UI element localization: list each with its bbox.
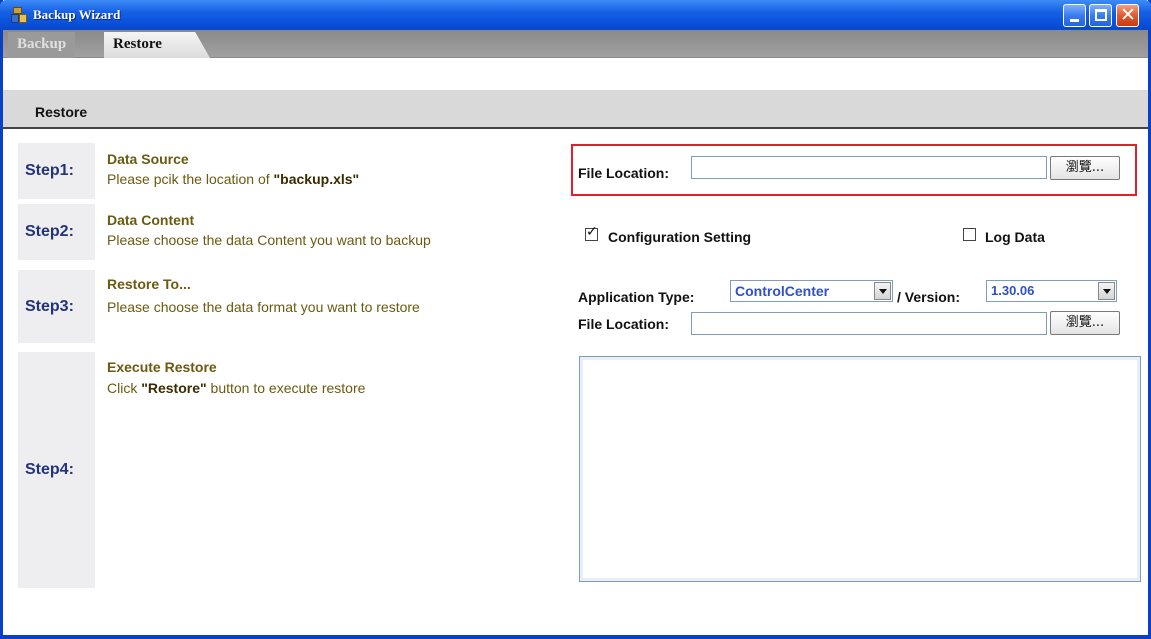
step1-label: Step1: (18, 143, 95, 199)
title-bar[interactable]: Backup Wizard ✕ (0, 0, 1151, 30)
tab-restore[interactable]: Restore (104, 32, 210, 58)
step3-description: Please choose the data format you want t… (107, 299, 420, 315)
log-data-checkbox[interactable] (963, 228, 976, 241)
close-button[interactable]: ✕ (1116, 4, 1139, 27)
log-data-label: Log Data (985, 229, 1045, 245)
tab-backup[interactable]: Backup (8, 32, 76, 58)
step2-description: Please choose the data Content you want … (107, 232, 431, 248)
subheader: Restore (3, 58, 1148, 129)
tab-bar: Backup Restore (3, 30, 1148, 58)
window-title: Backup Wizard (33, 7, 121, 22)
app-icon (11, 7, 28, 24)
application-type-value: ControlCenter (735, 283, 830, 299)
application-type-select[interactable]: ControlCenter (730, 280, 893, 302)
close-icon: ✕ (1120, 4, 1136, 26)
application-type-label: Application Type: (578, 289, 695, 305)
maximize-icon (1095, 9, 1107, 21)
config-setting-checkbox[interactable]: ✓ (585, 224, 598, 241)
target-file-location-label: File Location: (578, 316, 669, 332)
source-file-location-label: File Location: (578, 165, 669, 181)
target-browse-button[interactable]: 瀏覽... (1050, 311, 1120, 335)
step4-label: Step4: (18, 352, 95, 588)
subheader-label: Restore (35, 104, 88, 120)
step4-description: Click "Restore" button to execute restor… (107, 380, 366, 396)
minimize-button[interactable] (1063, 4, 1086, 27)
version-select[interactable]: 1.30.06 (986, 280, 1117, 302)
source-browse-button[interactable]: 瀏覽... (1050, 156, 1120, 180)
step2-label: Step2: (18, 204, 95, 260)
step1-description: Please pcik the location of "backup.xls" (107, 171, 360, 187)
check-icon: ✓ (586, 224, 598, 240)
target-file-location-input[interactable] (691, 312, 1047, 335)
maximize-button[interactable] (1089, 4, 1112, 27)
step3-title: Restore To... (107, 276, 191, 292)
version-value: 1.30.06 (991, 283, 1035, 298)
window-bottom-border (3, 635, 1148, 639)
chevron-down-icon[interactable] (1098, 282, 1115, 300)
step2-title: Data Content (107, 212, 195, 228)
step3-label: Step3: (18, 270, 95, 343)
chevron-down-icon[interactable] (874, 282, 891, 300)
source-file-location-input[interactable] (691, 156, 1047, 179)
version-label: / Version: (897, 289, 961, 305)
minimize-icon (1070, 19, 1079, 22)
step4-title: Execute Restore (107, 359, 217, 375)
step1-title: Data Source (107, 151, 189, 167)
config-setting-label: Configuration Setting (608, 229, 752, 245)
restore-log-textarea[interactable] (579, 356, 1141, 582)
